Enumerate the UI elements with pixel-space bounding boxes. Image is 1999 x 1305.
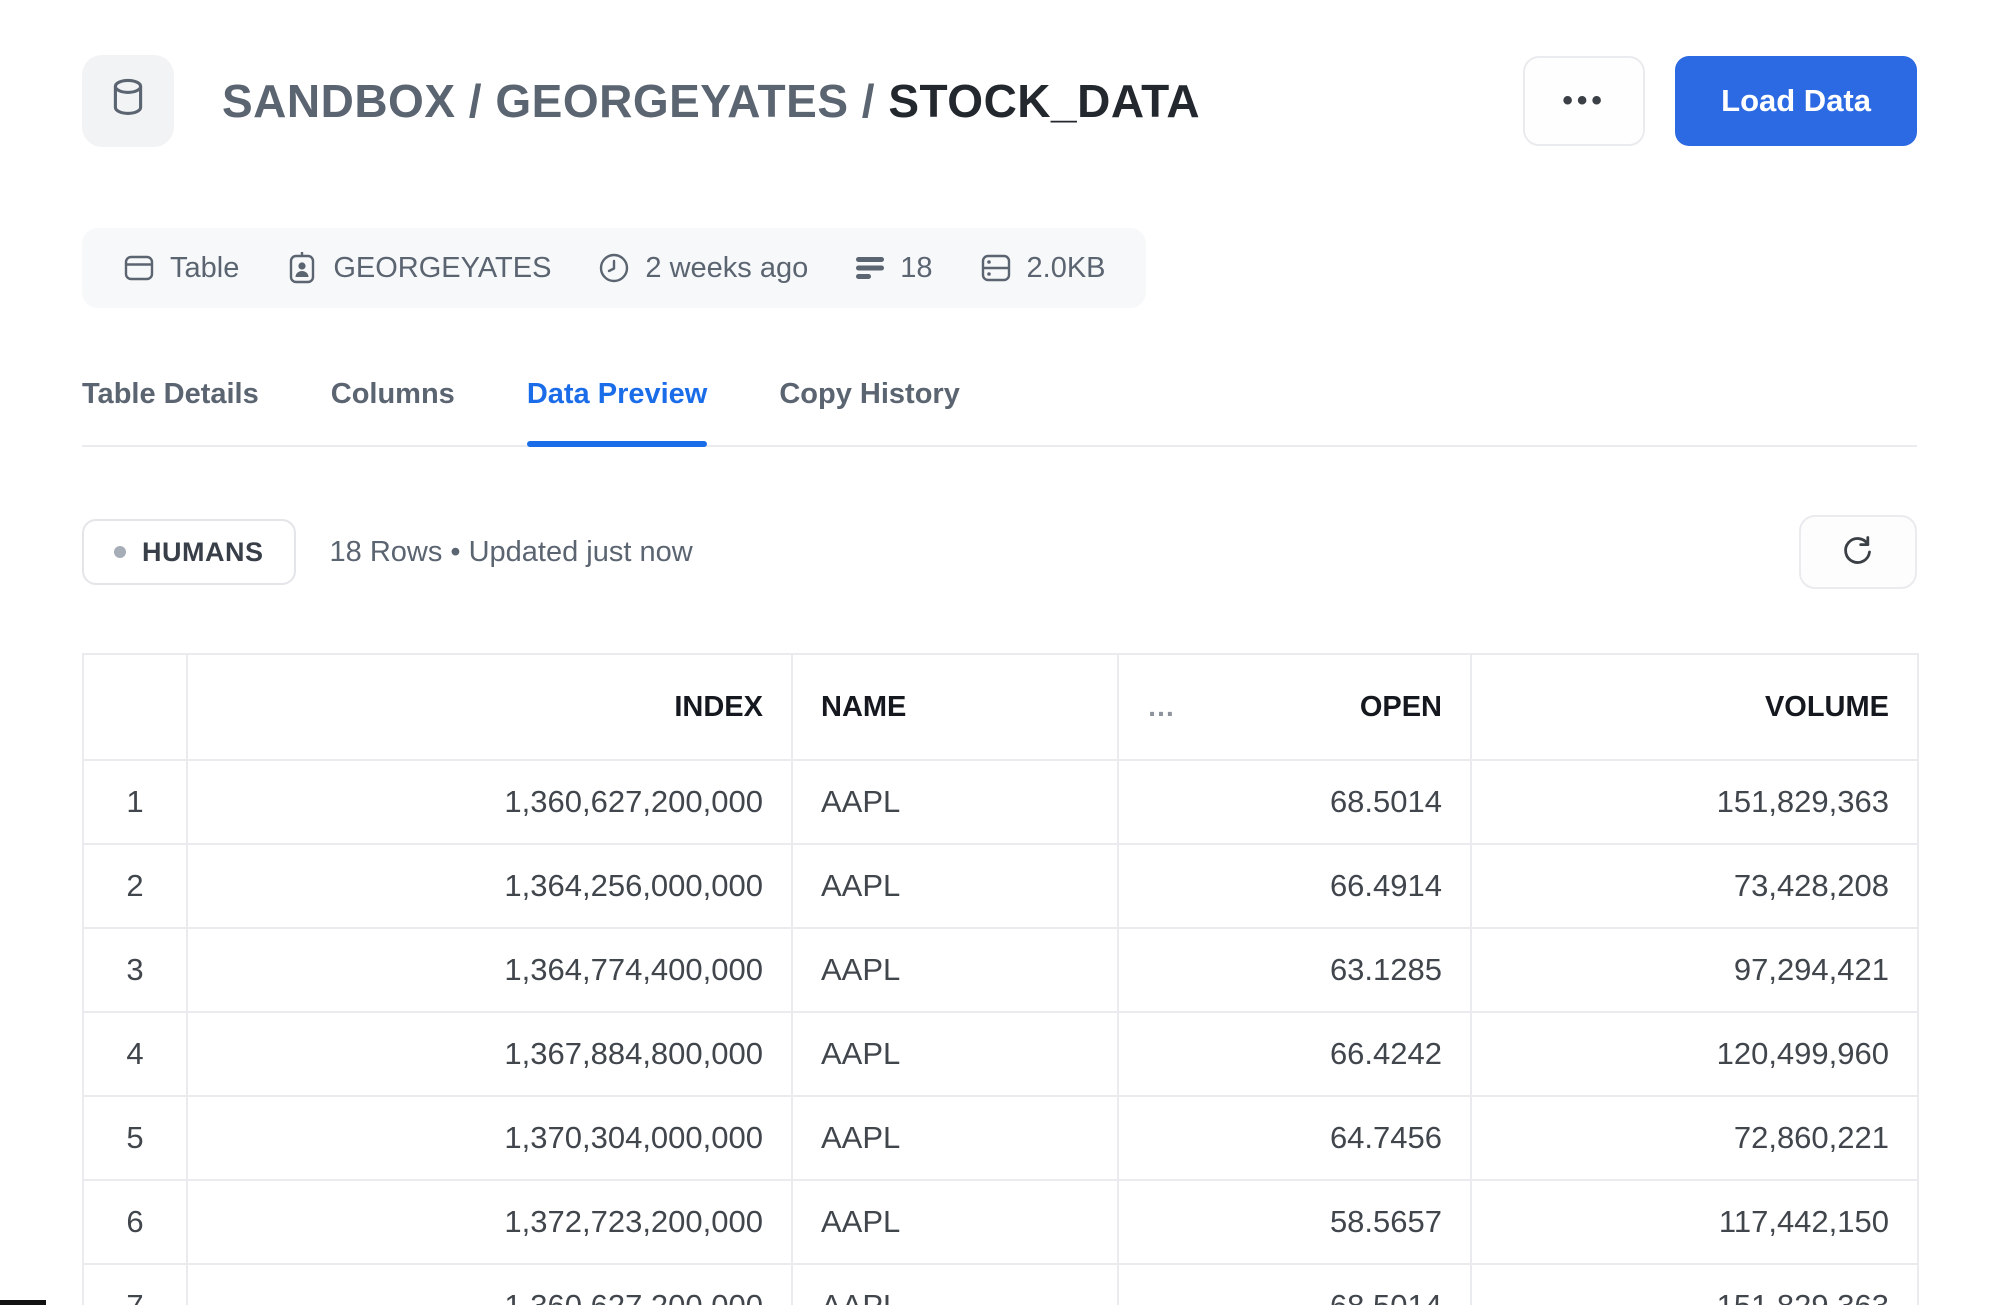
row-number-header [83,654,187,760]
detail-tabs: Table Details Columns Data Preview Copy … [82,378,1917,447]
volume-cell: 73,428,208 [1471,844,1918,928]
volume-cell: 151,829,363 [1471,1264,1918,1305]
name-cell: AAPL [792,1264,1118,1305]
row-number-cell: 7 [83,1264,187,1305]
column-header-index: INDEX [187,654,792,760]
storage-icon [979,251,1013,285]
index-cell: 1,360,627,200,000 [187,1264,792,1305]
tab-data-preview[interactable]: Data Preview [527,378,708,445]
name-cell: AAPL [792,760,1118,844]
volume-cell: 72,860,221 [1471,1096,1918,1180]
screenshot-edge-artifact [0,1300,46,1305]
data-preview-grid: INDEX NAME … OPEN VOLUME 1 1,360,627,200… [82,653,1917,1305]
page-title: SANDBOX / GEORGEYATES / STOCK_DATA [222,74,1200,128]
meta-owner-label: GEORGEYATES [333,252,551,285]
table-row: 5 1,370,304,000,000 AAPL 64.7456 72,860,… [83,1096,1918,1180]
row-number-cell: 4 [83,1012,187,1096]
table-row: 7 1,360,627,200,000 AAPL 68.5014 151,829… [83,1264,1918,1305]
name-cell: AAPL [792,844,1118,928]
row-number-cell: 1 [83,760,187,844]
database-icon [106,75,150,128]
meta-size: 2.0KB [979,251,1106,285]
table-row: 6 1,372,723,200,000 AAPL 58.5657 117,442… [83,1180,1918,1264]
more-actions-button[interactable]: ••• [1523,56,1645,146]
schema-dot-icon [114,546,126,558]
row-number-cell: 5 [83,1096,187,1180]
open-cell: 66.4914 [1118,844,1471,928]
id-badge-icon [285,250,319,286]
schema-badge[interactable]: HUMANS [82,519,296,585]
open-cell: 68.5014 [1118,760,1471,844]
meta-owner: GEORGEYATES [285,250,551,286]
meta-row-count: 18 [854,252,932,285]
name-cell: AAPL [792,928,1118,1012]
index-cell: 1,370,304,000,000 [187,1096,792,1180]
meta-type-label: Table [170,252,239,285]
page-header: SANDBOX / GEORGEYATES / STOCK_DATA ••• L… [82,55,1917,147]
volume-cell: 120,499,960 [1471,1012,1918,1096]
open-cell: 63.1285 [1118,928,1471,1012]
name-cell: AAPL [792,1096,1118,1180]
refresh-button[interactable] [1799,515,1917,589]
table-row: 4 1,367,884,800,000 AAPL 66.4242 120,499… [83,1012,1918,1096]
meta-size-value: 2.0KB [1027,252,1106,285]
table-entity-icon-box [82,55,174,147]
grid-header-row: INDEX NAME … OPEN VOLUME [83,654,1918,760]
open-cell: 58.5657 [1118,1180,1471,1264]
name-cell: AAPL [792,1180,1118,1264]
index-cell: 1,367,884,800,000 [187,1012,792,1096]
meta-updated: 2 weeks ago [597,251,808,285]
column-header-open-label: OPEN [1360,691,1470,724]
tab-copy-history[interactable]: Copy History [779,378,959,445]
table-icon [122,251,156,285]
rows-icon [854,253,886,283]
meta-updated-label: 2 weeks ago [645,252,808,285]
table-name: STOCK_DATA [888,75,1200,127]
open-cell: 64.7456 [1118,1096,1471,1180]
index-cell: 1,364,774,400,000 [187,928,792,1012]
volume-cell: 97,294,421 [1471,928,1918,1012]
schema-badge-label: HUMANS [142,537,264,568]
index-cell: 1,360,627,200,000 [187,760,792,844]
column-header-volume: VOLUME [1471,654,1918,760]
meta-row-count-value: 18 [900,252,932,285]
name-cell: AAPL [792,1012,1118,1096]
column-header-open: … OPEN [1118,654,1471,760]
column-header-name: NAME [792,654,1118,760]
tab-columns[interactable]: Columns [331,378,455,445]
row-number-cell: 2 [83,844,187,928]
volume-cell: 117,442,150 [1471,1180,1918,1264]
tab-table-details[interactable]: Table Details [82,378,259,445]
row-number-cell: 3 [83,928,187,1012]
preview-toolbar: HUMANS 18 Rows • Updated just now [82,515,1917,589]
table-row: 3 1,364,774,400,000 AAPL 63.1285 97,294,… [83,928,1918,1012]
open-cell: 66.4242 [1118,1012,1471,1096]
load-data-button[interactable]: Load Data [1675,56,1917,146]
table-detail-page: SANDBOX / GEORGEYATES / STOCK_DATA ••• L… [0,0,1999,1305]
index-cell: 1,364,256,000,000 [187,844,792,928]
preview-summary: 18 Rows • Updated just now [330,536,693,569]
refresh-icon [1839,531,1877,574]
clock-icon [597,251,631,285]
index-cell: 1,372,723,200,000 [187,1180,792,1264]
hidden-columns-indicator-icon[interactable]: … [1147,691,1177,723]
open-cell: 68.5014 [1118,1264,1471,1305]
breadcrumb: SANDBOX / GEORGEYATES / [222,75,888,127]
table-row: 1 1,360,627,200,000 AAPL 68.5014 151,829… [83,760,1918,844]
table-row: 2 1,364,256,000,000 AAPL 66.4914 73,428,… [83,844,1918,928]
meta-type: Table [122,251,239,285]
volume-cell: 151,829,363 [1471,760,1918,844]
row-number-cell: 6 [83,1180,187,1264]
table-meta-bar: Table GEORGEYATES 2 weeks ago [82,228,1146,308]
